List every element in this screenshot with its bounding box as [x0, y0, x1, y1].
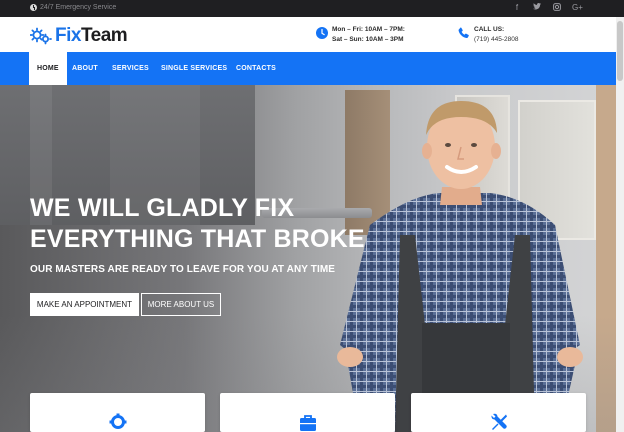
- logo-text-fix: Fix: [55, 25, 81, 46]
- hero-headline: WE WILL GLADLY FIX EVERYTHING THAT BROKE: [30, 193, 390, 255]
- handyman-photo: [337, 101, 583, 432]
- gear-icon: [109, 413, 127, 429]
- service-card[interactable]: [220, 393, 395, 432]
- phone-icon: [458, 27, 469, 39]
- twitter-icon[interactable]: [532, 3, 542, 13]
- social-links: f G+: [512, 3, 583, 13]
- hours-weekdays: Mon – Fri: 10AM – 7PM:: [332, 26, 405, 33]
- emergency-info: 24/7 Emergency Service: [30, 4, 116, 11]
- hero-subheadline: OUR MASTERS ARE READY TO LEAVE FOR YOU A…: [30, 264, 336, 275]
- service-card[interactable]: [411, 393, 586, 432]
- nav-about[interactable]: ABOUT: [72, 52, 98, 85]
- headline-line-2: EVERYTHING THAT BROKE: [30, 225, 365, 253]
- main-nav: HOME ABOUT SERVICES SINGLE SERVICES CONT…: [0, 52, 616, 85]
- call-label: CALL US:: [474, 26, 505, 33]
- site-header: Fix Team Mon – Fri: 10AM – 7PM: Sat – Sun…: [0, 17, 624, 52]
- make-appointment-button[interactable]: MAKE AN APPOINTMENT: [30, 293, 139, 316]
- call-us: CALL US: (719) 445-2808: [458, 25, 518, 45]
- clock-icon: [316, 27, 328, 39]
- clock-icon: [30, 4, 37, 11]
- top-bar: 24/7 Emergency Service f G+: [0, 0, 624, 17]
- more-about-us-button[interactable]: MORE ABOUT US: [141, 293, 221, 316]
- logo[interactable]: Fix Team: [30, 25, 128, 47]
- service-card[interactable]: [30, 393, 205, 432]
- hours-weekend: Sat – Sun: 10AM – 3PM: [332, 36, 404, 43]
- nav-services[interactable]: SERVICES: [112, 52, 149, 85]
- phone-number[interactable]: (719) 445-2808: [474, 35, 518, 45]
- nav-contacts[interactable]: CONTACTS: [236, 52, 276, 85]
- scrollbar-thumb[interactable]: [617, 21, 623, 81]
- page-scrollbar[interactable]: [616, 17, 624, 432]
- headline-line-1: WE WILL GLADLY FIX: [30, 194, 295, 222]
- nav-single-services[interactable]: SINGLE SERVICES: [161, 52, 227, 85]
- emergency-text: 24/7 Emergency Service: [40, 4, 117, 11]
- gears-logo-icon: [30, 27, 52, 45]
- opening-hours: Mon – Fri: 10AM – 7PM: Sat – Sun: 10AM –…: [316, 25, 405, 45]
- nav-home[interactable]: HOME: [29, 52, 67, 85]
- hero-section: WE WILL GLADLY FIX EVERYTHING THAT BROKE…: [0, 85, 616, 432]
- instagram-icon[interactable]: [552, 3, 562, 13]
- wrench-screwdriver-icon: [491, 413, 507, 430]
- logo-text-team: Team: [80, 25, 128, 46]
- google-plus-icon[interactable]: G+: [572, 3, 583, 13]
- facebook-icon[interactable]: f: [512, 3, 522, 13]
- toolbox-icon: [300, 415, 316, 431]
